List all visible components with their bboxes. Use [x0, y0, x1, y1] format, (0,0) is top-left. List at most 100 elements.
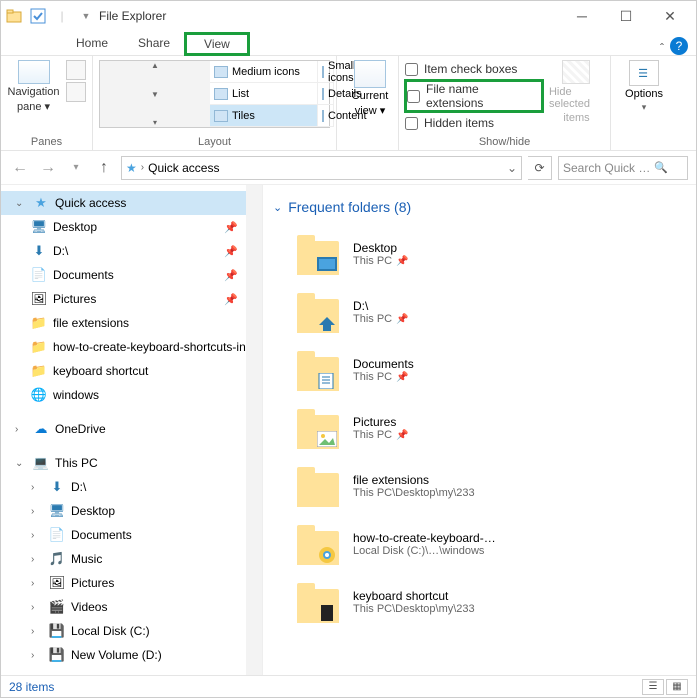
address-bar: ← → ▾ ↑ ★ › Quick access ⌄ ⟳ Search Quic…: [1, 151, 696, 185]
search-box[interactable]: Search Quick … 🔍: [558, 156, 688, 180]
content-pane[interactable]: ⌄Frequent folders (8) DesktopThis PC 📌D:…: [263, 185, 696, 675]
folder-name: how-to-create-keyboard-…: [353, 531, 496, 545]
maximize-button[interactable]: ☐: [604, 2, 648, 30]
close-button[interactable]: ✕: [648, 2, 692, 30]
tree-pc-videos[interactable]: ›🎬Videos: [1, 595, 262, 619]
folder-name: D:\: [353, 299, 409, 313]
navigation-pane-icon: [18, 60, 50, 84]
app-icon: [5, 7, 23, 25]
folder-item[interactable]: D:\This PC 📌: [263, 283, 688, 341]
current-view-button[interactable]: Current view ▾: [343, 60, 397, 117]
back-button[interactable]: ←: [9, 157, 31, 179]
up-button[interactable]: ↑: [93, 157, 115, 179]
layout-gallery[interactable]: Medium icons Small icons ▲▼▾ List Detail…: [99, 60, 330, 128]
layout-details[interactable]: Details: [318, 83, 334, 105]
folder-item[interactable]: PicturesThis PC 📌: [263, 399, 688, 457]
pin-icon: 📌: [224, 293, 238, 306]
pin-icon: 📌: [396, 372, 408, 383]
folder-icon: [297, 581, 339, 623]
tree-pc-music[interactable]: ›🎵Music: [1, 547, 262, 571]
tree-pc-pictures[interactable]: ›🖼Pictures: [1, 571, 262, 595]
window-title: File Explorer: [99, 9, 166, 23]
layout-group-label: Layout: [99, 134, 330, 148]
tree-pc-documents[interactable]: ›📄Documents: [1, 523, 262, 547]
tree-pc-localc[interactable]: ›💾Local Disk (C:): [1, 619, 262, 643]
ribbon-tabs: Home Share View ˆ ?: [1, 31, 696, 55]
folder-sublabel: This PC\Desktop\my\233: [353, 487, 475, 499]
folder-name: Desktop: [353, 241, 409, 255]
tree-quick-access[interactable]: ⌄★Quick access: [1, 191, 262, 215]
layout-list[interactable]: List: [210, 83, 318, 105]
folder-item[interactable]: DesktopThis PC 📌: [263, 225, 688, 283]
layout-content[interactable]: Content: [318, 105, 334, 127]
help-icon[interactable]: ?: [670, 37, 688, 55]
tree-keyboard-shortcut[interactable]: 📁keyboard shortcut: [1, 359, 262, 383]
folder-icon: [297, 291, 339, 333]
layout-small-icons[interactable]: Small icons: [318, 61, 334, 83]
folder-sublabel: This PC 📌: [353, 371, 414, 383]
tree-pc-newvol[interactable]: ›💾New Volume (D:): [1, 643, 262, 667]
layout-medium-icons[interactable]: Medium icons: [210, 61, 318, 83]
folder-sublabel: This PC\Desktop\my\233: [353, 603, 475, 615]
tree-desktop[interactable]: 🖥Desktop📌: [1, 215, 262, 239]
tree-pictures[interactable]: 🖼Pictures📌: [1, 287, 262, 311]
view-details-button[interactable]: ☰: [642, 679, 664, 695]
pin-icon: 📌: [396, 314, 408, 325]
folder-item[interactable]: how-to-create-keyboard-…Local Disk (C:)\…: [263, 515, 688, 573]
layout-scroll[interactable]: ▲▼▾: [100, 61, 210, 127]
tree-file-extensions[interactable]: 📁file extensions: [1, 311, 262, 335]
tree-pc-desktop[interactable]: ›🖥Desktop: [1, 499, 262, 523]
collapse-ribbon-icon[interactable]: ˆ: [660, 41, 664, 55]
refresh-button[interactable]: ⟳: [528, 156, 552, 180]
tree-onedrive[interactable]: ›☁OneDrive: [1, 417, 262, 441]
layout-tiles[interactable]: Tiles: [210, 105, 318, 127]
folder-sublabel: Local Disk (C:)\…\windows: [353, 545, 496, 557]
tab-home[interactable]: Home: [61, 31, 123, 55]
navigation-pane-button[interactable]: Navigation pane ▾: [7, 60, 60, 134]
folder-icon: [297, 233, 339, 275]
tree-windows[interactable]: 🌐windows: [1, 383, 262, 407]
folder-icon: [297, 465, 339, 507]
folder-icon: [297, 407, 339, 449]
address-dropdown-icon[interactable]: ⌄: [507, 161, 517, 175]
recent-locations-button[interactable]: ▾: [65, 157, 87, 179]
current-view-sub: view ▾: [355, 104, 386, 117]
address-field[interactable]: ★ › Quick access ⌄: [121, 156, 522, 180]
status-item-count: 28 items: [9, 680, 54, 694]
tree-d-drive[interactable]: ⬇D:\📌: [1, 239, 262, 263]
folder-sublabel: This PC 📌: [353, 313, 409, 325]
minimize-button[interactable]: ─: [560, 2, 604, 30]
folder-name: Pictures: [353, 415, 409, 429]
tab-share[interactable]: Share: [123, 31, 185, 55]
folder-name: keyboard shortcut: [353, 589, 475, 603]
navigation-pane-label: Navigation: [8, 86, 60, 98]
folder-sublabel: This PC 📌: [353, 255, 409, 267]
folder-item[interactable]: DocumentsThis PC 📌: [263, 341, 688, 399]
hidden-items-toggle[interactable]: Hidden items: [405, 116, 543, 130]
folder-item[interactable]: file extensionsThis PC\Desktop\my\233: [263, 457, 688, 515]
qat-dropdown-icon[interactable]: ▼: [77, 7, 95, 25]
folder-name: file extensions: [353, 473, 475, 487]
details-pane-button[interactable]: [66, 82, 86, 102]
folder-icon: [297, 523, 339, 565]
ribbon: Navigation pane ▾ Panes Medium icons Sma…: [1, 55, 696, 151]
navigation-tree[interactable]: ⌄★Quick access 🖥Desktop📌 ⬇D:\📌 📄Document…: [1, 185, 263, 675]
tab-view[interactable]: View: [185, 33, 249, 55]
tree-pc-d[interactable]: ›⬇D:\: [1, 475, 262, 499]
qat-checkbox-icon[interactable]: [29, 7, 47, 25]
tree-documents[interactable]: 📄Documents📌: [1, 263, 262, 287]
options-button[interactable]: ☰ Options ▾: [617, 60, 671, 113]
view-thumbnails-button[interactable]: ▦: [666, 679, 688, 695]
location-icon: ★: [126, 161, 137, 175]
file-name-extensions-toggle[interactable]: File name extensions: [405, 80, 543, 112]
item-check-boxes-toggle[interactable]: Item check boxes: [405, 62, 543, 76]
tree-howto[interactable]: 📁how-to-create-keyboard-shortcuts-in-w: [1, 335, 262, 359]
folder-item[interactable]: keyboard shortcutThis PC\Desktop\my\233: [263, 573, 688, 631]
current-view-icon: [354, 60, 386, 88]
tree-this-pc[interactable]: ⌄💻This PC: [1, 451, 262, 475]
panes-group-label: Panes: [7, 134, 86, 148]
preview-pane-button[interactable]: [66, 60, 86, 80]
frequent-folders-heading[interactable]: ⌄Frequent folders (8): [263, 193, 688, 225]
search-placeholder: Search Quick …: [563, 161, 650, 175]
status-bar: 28 items ☰ ▦: [1, 675, 696, 697]
